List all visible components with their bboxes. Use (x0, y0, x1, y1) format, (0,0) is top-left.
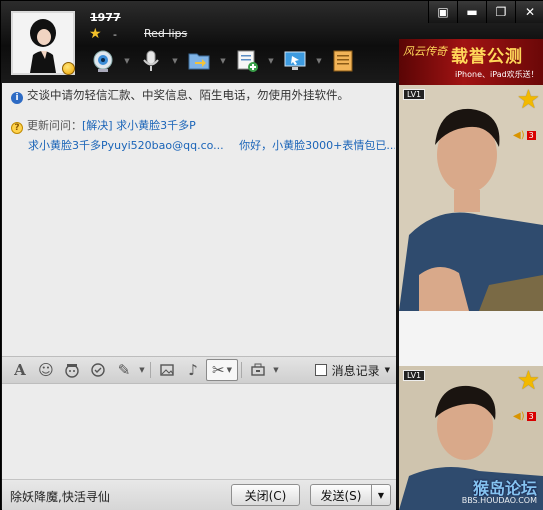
format-toolbar: A ☺ ✎ ▼ ♪ ✂ ▼ ▼ 消息记录 ▼ (2, 356, 396, 384)
minimize-icon[interactable]: ▬ (457, 1, 486, 23)
speaker-icon: ◀) (513, 129, 525, 141)
chevron-down-icon[interactable]: ▼ (271, 359, 281, 381)
message-area[interactable]: i 交谈中请勿轻信汇款、中奖信息、陌生电话，勿使用外挂软件。 ? 更新问问：[解决]… (2, 83, 396, 356)
game-ad-banner[interactable]: 风云传奇 载誉公测 iPhone、iPad欢乐送！ (399, 39, 543, 85)
contact-name: 1977 (90, 11, 121, 24)
star-rank-icon[interactable]: ★ (517, 85, 540, 115)
chat-toolbar: ▼ ▼ ▼ ▼ ▼ (87, 45, 359, 77)
notes-icon[interactable] (327, 46, 359, 76)
divider (150, 362, 151, 378)
send-options-chevron-icon[interactable]: ▼ (371, 484, 391, 506)
side-panel: 风云传奇 载誉公测 iPhone、iPad欢乐送！ LV1 ★ ◀) 3 LV1… (399, 39, 543, 510)
faq-header-row: ? 更新问问：[解决] 求小黄脸3千多P (11, 117, 395, 134)
file-transfer-icon[interactable] (183, 46, 215, 76)
speaker-icon: ◀) (513, 410, 525, 422)
ad-subtitle-text: iPhone、iPad欢乐送！ (455, 70, 539, 79)
shake-icon[interactable] (85, 359, 111, 381)
security-notice: i 交谈中请勿轻信汇款、中奖信息、陌生电话，勿使用外挂软件。 (11, 87, 391, 104)
font-icon[interactable]: A (7, 359, 33, 381)
faq-answer-link[interactable]: 你好，小黄脸3000+表情包已... (239, 139, 395, 152)
webcam-icon[interactable] (87, 46, 119, 76)
send-button[interactable]: 发送(S) (310, 484, 372, 506)
question-icon: ? (11, 122, 23, 134)
volume-indicator[interactable]: ◀) 3 (513, 410, 536, 422)
volume-count: 3 (526, 130, 536, 140)
faq-prefix: 更新问问： (27, 119, 82, 132)
watermark-title: 猴岛论坛 (472, 478, 537, 498)
maximize-icon[interactable]: ❐ (486, 1, 515, 23)
image-icon[interactable] (154, 359, 180, 381)
volume-count: 3 (526, 411, 536, 421)
message-history-button[interactable]: 消息记录 ▼ (314, 360, 390, 380)
volume-indicator[interactable]: ◀) 3 (513, 129, 536, 141)
info-icon: i (11, 92, 23, 104)
faq-resolved-link[interactable]: [解决] (82, 119, 113, 132)
close-button[interactable]: 关闭(C) (231, 484, 300, 506)
message-input[interactable] (2, 384, 396, 479)
star-rank-icon[interactable]: ★ (517, 366, 540, 396)
remote-desktop-icon[interactable] (279, 46, 311, 76)
level-badge: LV1 (403, 89, 426, 100)
microphone-icon[interactable] (135, 46, 167, 76)
faq-question-link[interactable]: 求小黄脸3千多Pyuyi520bao@qq.co... (28, 139, 224, 152)
video-separator (399, 311, 543, 366)
chevron-down-icon: ▼ (384, 366, 390, 374)
ad-title-text: 载誉公测 (451, 47, 523, 67)
more-tools-icon[interactable] (245, 359, 271, 381)
message-history-label: 消息记录 (331, 363, 380, 378)
security-notice-text: 交谈中请勿轻信汇款、中奖信息、陌生电话，勿使用外挂软件。 (27, 88, 349, 102)
screenshot-icon[interactable]: ✂ ▼ (206, 359, 238, 381)
emoji-icon[interactable]: ☺ (33, 359, 59, 381)
watermark-url: BBS.HOUDAO.COM (461, 496, 537, 506)
ad-brand-text: 风云传奇 (403, 45, 447, 58)
chevron-down-icon[interactable]: ▼ (119, 46, 135, 76)
faq-detail-row: 求小黄脸3千多Pyuyi520bao@qq.co... 你好，小黄脸3000+表… (11, 137, 395, 153)
doodle-icon[interactable]: ✎ (111, 359, 137, 381)
ad-text-link[interactable]: 除妖降魔,快活寻仙 (10, 488, 110, 505)
divider (241, 362, 242, 378)
level-badge: LV1 (403, 370, 426, 381)
level-separator: - (113, 28, 117, 41)
contact-video-panel[interactable]: LV1 ★ ◀) 3 (399, 85, 543, 311)
chevron-down-icon[interactable]: ▼ (311, 46, 327, 76)
chevron-down-icon[interactable]: ▼ (215, 46, 231, 76)
self-video-panel[interactable]: LV1 ★ ◀) 3 猴岛论坛 BBS.HOUDAO.COM (399, 366, 543, 510)
chevron-down-icon[interactable]: ▼ (167, 46, 183, 76)
chat-window: 1977 ★ - Red lips ▣ ▬ ❐ ✕ ▼ ▼ ▼ ▼ ▼ i 交谈… (0, 0, 543, 510)
chevron-down-icon[interactable]: ▼ (137, 359, 147, 381)
online-status-icon[interactable] (62, 62, 75, 75)
chevron-down-icon[interactable]: ▼ (263, 46, 279, 76)
menu-icon[interactable]: ▣ (428, 1, 457, 23)
faq-update: ? 更新问问：[解决] 求小黄脸3千多P 求小黄脸3千多Pyuyi520bao@q… (11, 117, 395, 153)
bottom-bar: 除妖降魔,快活寻仙 关闭(C) 发送(S) ▼ (2, 479, 396, 510)
magic-face-icon[interactable] (59, 359, 85, 381)
window-controls: ▣ ▬ ❐ ✕ (428, 1, 543, 23)
level-star-icon[interactable]: ★ (89, 26, 102, 42)
app-add-icon[interactable] (231, 46, 263, 76)
forum-watermark: 猴岛论坛 BBS.HOUDAO.COM (462, 480, 537, 506)
music-icon[interactable]: ♪ (180, 359, 206, 381)
close-icon[interactable]: ✕ (515, 1, 543, 23)
history-icon (314, 364, 327, 376)
contact-signature: Red lips (144, 27, 188, 40)
faq-title-link[interactable]: 求小黄脸3千多P (116, 119, 196, 132)
